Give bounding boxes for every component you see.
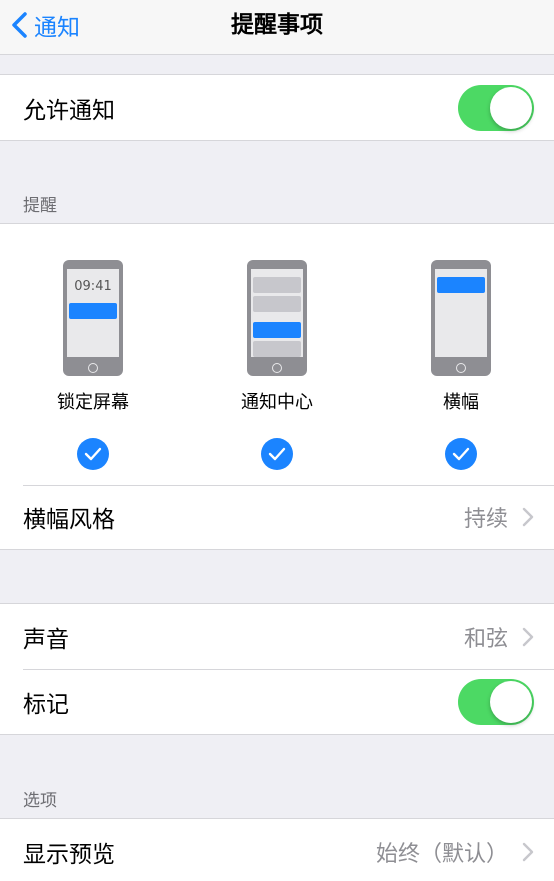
lock-screen-time: 09:41 <box>74 279 112 294</box>
lock-screen-check[interactable] <box>77 438 109 470</box>
options-group: 显示预览 始终（默认） <box>0 818 554 881</box>
toggle-knob <box>490 680 532 723</box>
sound-row[interactable]: 声音 和弦 <box>0 604 554 669</box>
alert-style-lock-screen[interactable]: 09:41 锁定屏幕 <box>23 260 163 470</box>
allow-notifications-group: 允许通知 <box>0 74 554 141</box>
lock-screen-phone-icon: 09:41 <box>63 260 123 376</box>
banner-style-value: 持续 <box>463 507 508 532</box>
alert-style-label: 锁定屏幕 <box>57 392 129 413</box>
show-previews-row[interactable]: 显示预览 始终（默认） <box>0 819 554 881</box>
chevron-right-icon <box>522 627 534 646</box>
badges-label: 标记 <box>23 691 69 718</box>
show-previews-value: 始终（默认） <box>375 841 508 867</box>
settings-screen: 通知 提醒事项 允许通知 提醒 09:41 锁定屏幕 通知中心 横幅 横幅风格 … <box>0 0 554 881</box>
allow-notifications-toggle[interactable] <box>458 84 534 131</box>
banner-style-label: 横幅风格 <box>23 507 115 533</box>
chevron-right-icon <box>522 842 534 861</box>
badges-row: 标记 <box>0 669 554 734</box>
checkmark-icon <box>452 447 470 461</box>
sound-label: 声音 <box>23 626 69 653</box>
banners-check[interactable] <box>445 438 477 470</box>
allow-notifications-label: 允许通知 <box>23 97 115 124</box>
notification-center-phone-icon <box>247 260 307 376</box>
checkmark-icon <box>268 447 286 461</box>
banners-phone-icon <box>431 260 491 376</box>
show-previews-label: 显示预览 <box>23 841 115 868</box>
alert-style-label: 通知中心 <box>241 392 313 413</box>
alert-style-notification-center[interactable]: 通知中心 <box>207 260 347 470</box>
badges-toggle[interactable] <box>458 678 534 725</box>
sound-badges-group: 声音 和弦 标记 <box>0 603 554 735</box>
sound-value: 和弦 <box>463 626 508 652</box>
navigation-bar: 通知 提醒事项 <box>0 0 554 55</box>
options-section-header: 选项 <box>23 791 57 811</box>
allow-notifications-row: 允许通知 <box>0 75 554 140</box>
notification-center-check[interactable] <box>261 438 293 470</box>
toggle-knob <box>490 86 532 129</box>
alert-styles-panel: 09:41 锁定屏幕 通知中心 横幅 <box>0 223 554 485</box>
chevron-right-icon <box>522 507 534 527</box>
banner-style-row[interactable]: 横幅风格 持续 <box>0 485 554 550</box>
alert-style-banners[interactable]: 横幅 <box>391 260 531 470</box>
alerts-section-header: 提醒 <box>23 196 57 216</box>
page-title: 提醒事项 <box>231 12 323 38</box>
alert-style-label: 横幅 <box>443 392 479 413</box>
checkmark-icon <box>84 447 102 461</box>
